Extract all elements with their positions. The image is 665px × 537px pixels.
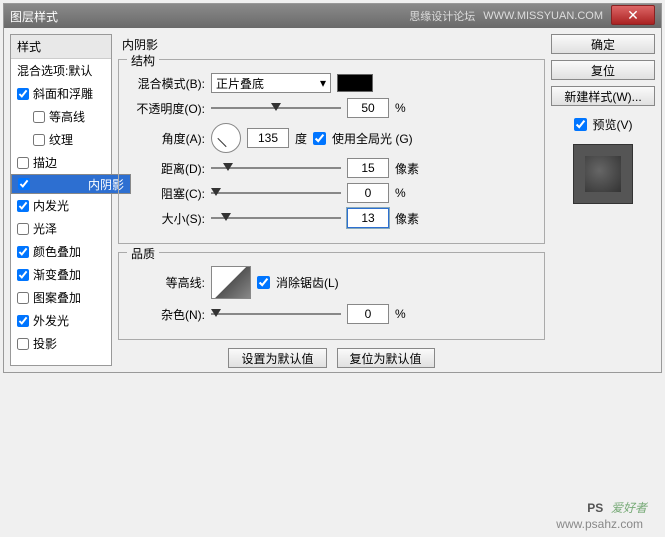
sidebar-item-gradient-overlay[interactable]: 渐变叠加 xyxy=(11,263,111,286)
stroke-checkbox[interactable] xyxy=(17,157,29,169)
distance-slider[interactable] xyxy=(211,161,341,175)
blend-mode-label: 混合模式(B): xyxy=(129,75,205,92)
sidebar-item-bevel[interactable]: 斜面和浮雕 xyxy=(11,82,111,105)
sidebar-item-pattern-overlay[interactable]: 图案叠加 xyxy=(11,286,111,309)
distance-input[interactable]: 15 xyxy=(347,158,389,178)
inner-glow-checkbox[interactable] xyxy=(17,200,29,212)
sidebar-item-color-overlay[interactable]: 颜色叠加 xyxy=(11,240,111,263)
angle-label: 角度(A): xyxy=(129,130,205,147)
sidebar-item-satin[interactable]: 光泽 xyxy=(11,217,111,240)
distance-label: 距离(D): xyxy=(129,160,205,177)
blend-mode-select[interactable]: 正片叠底▾ xyxy=(211,73,331,93)
antialias-label: 消除锯齿(L) xyxy=(276,274,339,291)
new-style-button[interactable]: 新建样式(W)... xyxy=(551,86,655,106)
pattern-overlay-checkbox[interactable] xyxy=(17,292,29,304)
angle-input[interactable]: 135 xyxy=(247,128,289,148)
structure-title: 结构 xyxy=(127,52,159,69)
cancel-button[interactable]: 复位 xyxy=(551,60,655,80)
quality-group: 品质 等高线: 消除锯齿(L) 杂色(N): 0 % xyxy=(118,252,545,340)
styles-sidebar: 样式 混合选项:默认 斜面和浮雕 等高线 纹理 描边 内阴影 内发光 光泽 颜色… xyxy=(10,34,112,366)
outer-glow-checkbox[interactable] xyxy=(17,315,29,327)
inner-shadow-checkbox[interactable] xyxy=(18,178,30,190)
choke-input[interactable]: 0 xyxy=(347,183,389,203)
choke-slider[interactable] xyxy=(211,186,341,200)
structure-group: 结构 混合模式(B): 正片叠底▾ 不透明度(O): 50 % 角度(A): 1… xyxy=(118,59,545,244)
sidebar-item-outer-glow[interactable]: 外发光 xyxy=(11,309,111,332)
title-sub: 思缘设计论坛 xyxy=(409,8,475,24)
watermark: PS 爱好者 xyxy=(587,487,647,519)
size-input[interactable]: 13 xyxy=(347,208,389,228)
noise-input[interactable]: 0 xyxy=(347,304,389,324)
texture-checkbox[interactable] xyxy=(33,134,45,146)
dialog-title: 图层样式 xyxy=(10,8,58,25)
panel-title: 内阴影 xyxy=(122,36,545,53)
distance-unit: 像素 xyxy=(395,160,419,177)
size-unit: 像素 xyxy=(395,210,419,227)
sidebar-item-drop-shadow[interactable]: 投影 xyxy=(11,332,111,355)
drop-shadow-checkbox[interactable] xyxy=(17,338,29,350)
watermark-url: www.psahz.com xyxy=(556,517,643,531)
sidebar-item-inner-glow[interactable]: 内发光 xyxy=(11,194,111,217)
contour-label: 等高线: xyxy=(129,274,205,291)
titlebar[interactable]: 图层样式 思缘设计论坛 WWW.MISSYUAN.COM ✕ xyxy=(4,4,661,28)
layer-style-dialog: 图层样式 思缘设计论坛 WWW.MISSYUAN.COM ✕ 样式 混合选项:默… xyxy=(3,3,662,373)
title-url: WWW.MISSYUAN.COM xyxy=(483,10,603,22)
choke-unit: % xyxy=(395,186,406,200)
noise-label: 杂色(N): xyxy=(129,306,205,323)
opacity-unit: % xyxy=(395,101,406,115)
opacity-input[interactable]: 50 xyxy=(347,98,389,118)
right-panel: 确定 复位 新建样式(W)... 预览(V) xyxy=(551,34,655,366)
size-label: 大小(S): xyxy=(129,210,205,227)
sidebar-item-stroke[interactable]: 描边 xyxy=(11,151,111,174)
sidebar-item-contour[interactable]: 等高线 xyxy=(11,105,111,128)
color-swatch[interactable] xyxy=(337,74,373,92)
noise-slider[interactable] xyxy=(211,307,341,321)
angle-unit: 度 xyxy=(295,130,307,147)
antialias-checkbox[interactable] xyxy=(257,276,270,289)
size-slider[interactable] xyxy=(211,211,341,225)
sidebar-header[interactable]: 样式 xyxy=(11,35,111,59)
chevron-down-icon: ▾ xyxy=(320,76,326,90)
sidebar-blend-options[interactable]: 混合选项:默认 xyxy=(11,59,111,82)
noise-unit: % xyxy=(395,307,406,321)
choke-label: 阻塞(C): xyxy=(129,185,205,202)
satin-checkbox[interactable] xyxy=(17,223,29,235)
reset-default-button[interactable]: 复位为默认值 xyxy=(337,348,435,368)
preview-swatch xyxy=(573,144,633,204)
contour-checkbox[interactable] xyxy=(33,111,45,123)
preview-label: 预览(V) xyxy=(593,116,633,133)
contour-picker[interactable] xyxy=(211,266,251,299)
main-panel: 内阴影 结构 混合模式(B): 正片叠底▾ 不透明度(O): 50 % 角度(A… xyxy=(118,34,545,366)
close-button[interactable]: ✕ xyxy=(611,5,655,25)
sidebar-item-texture[interactable]: 纹理 xyxy=(11,128,111,151)
angle-dial[interactable] xyxy=(211,123,241,153)
preview-checkbox[interactable] xyxy=(574,118,587,131)
color-overlay-checkbox[interactable] xyxy=(17,246,29,258)
opacity-slider[interactable] xyxy=(211,101,341,115)
global-light-checkbox[interactable] xyxy=(313,132,326,145)
opacity-label: 不透明度(O): xyxy=(129,100,205,117)
gradient-overlay-checkbox[interactable] xyxy=(17,269,29,281)
bevel-checkbox[interactable] xyxy=(17,88,29,100)
quality-title: 品质 xyxy=(127,245,159,262)
sidebar-item-inner-shadow[interactable]: 内阴影 xyxy=(11,174,131,194)
ok-button[interactable]: 确定 xyxy=(551,34,655,54)
global-light-label: 使用全局光 (G) xyxy=(332,130,413,147)
make-default-button[interactable]: 设置为默认值 xyxy=(228,348,326,368)
